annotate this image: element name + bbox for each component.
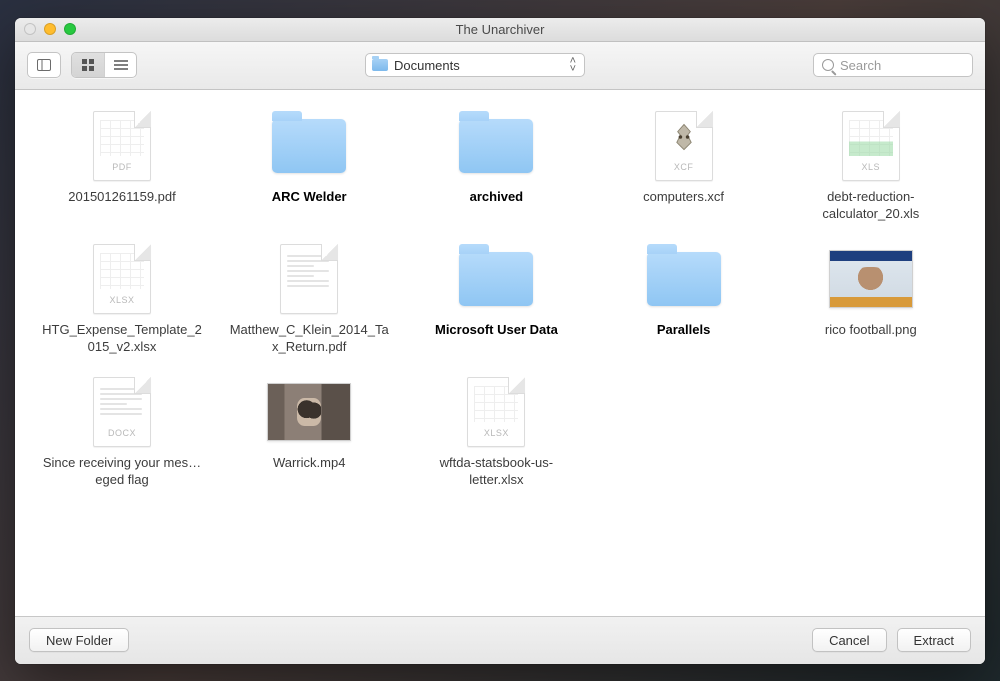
close-window-button[interactable] [24,23,36,35]
file-browser[interactable]: PDF 201501261159.pdf ARC Welder archived XCF… [15,90,985,616]
item-icon-slot [267,110,351,182]
cancel-button[interactable]: Cancel [812,628,886,652]
file-item[interactable]: PDF 201501261159.pdf [37,110,207,223]
search-field[interactable]: Search [813,53,973,77]
item-icon-slot: XLS [829,110,913,182]
chevron-updown-icon: ˄˅ [570,57,576,73]
extract-label: Extract [914,633,954,648]
item-icon-slot [454,110,538,182]
folder-icon [459,252,533,306]
item-label: computers.xcf [643,188,724,206]
video-thumbnail [267,383,351,441]
file-item[interactable]: XLSX HTG_Expense_Template_2015_v2.xlsx [37,243,207,356]
item-label: Warrick.mp4 [273,454,345,472]
file-item[interactable]: DOCX Since receiving your mes…eged flag [37,376,207,489]
folder-icon [459,119,533,173]
xcf-file-icon: XCF [655,111,713,181]
file-item[interactable]: Matthew_C_Klein_2014_Tax_Return.pdf [224,243,394,356]
view-mode-group [71,52,137,78]
sidebar-toggle-group [27,52,61,78]
folder-item[interactable]: Parallels [599,243,769,356]
toggle-sidebar-button[interactable] [28,53,60,77]
search-icon [822,59,834,71]
item-label: HTG_Expense_Template_2015_v2.xlsx [42,321,202,356]
item-label: Matthew_C_Klein_2014_Tax_Return.pdf [229,321,389,356]
item-icon-slot: XLSX [454,376,538,448]
item-label: wftda-statsbook-us-letter.xlsx [416,454,576,489]
folder-item[interactable]: ARC Welder [224,110,394,223]
zoom-window-button[interactable] [64,23,76,35]
item-icon-slot: DOCX [80,376,164,448]
item-label: archived [470,188,523,206]
list-view-button[interactable] [104,53,136,77]
item-icon-slot [829,243,913,315]
window-title: The Unarchiver [15,22,985,37]
xlsx-file-icon: XLSX [93,244,151,314]
item-label: Since receiving your mes…eged flag [42,454,202,489]
item-icon-slot [642,243,726,315]
grid-icon [82,59,94,71]
list-icon [114,60,128,70]
file-item[interactable]: XCF computers.xcf [599,110,769,223]
image-thumbnail [829,250,913,308]
item-label: 201501261159.pdf [68,188,175,206]
item-label: debt-reduction-calculator_20.xls [791,188,951,223]
new-folder-button[interactable]: New Folder [29,628,129,652]
search-placeholder: Search [840,58,881,73]
item-icon-slot [454,243,538,315]
file-item[interactable]: rico football.png [786,243,956,356]
extract-button[interactable]: Extract [897,628,971,652]
item-icon-slot: XLSX [80,243,164,315]
minimize-window-button[interactable] [44,23,56,35]
item-label: rico football.png [825,321,917,339]
folder-icon [272,119,346,173]
folder-item[interactable]: Microsoft User Data [411,243,581,356]
item-icon-slot: PDF [80,110,164,182]
docx-file-icon: DOCX [93,377,151,447]
item-icon-slot: XCF [642,110,726,182]
file-item[interactable]: XLSX wftda-statsbook-us-letter.xlsx [411,376,581,489]
pdf-file-icon: PDF [93,111,151,181]
item-label: Microsoft User Data [435,321,558,339]
toolbar: Documents ˄˅ Search [15,42,985,90]
folder-item[interactable]: archived [411,110,581,223]
window-controls [15,23,76,35]
footer: New Folder Cancel Extract [15,616,985,664]
pdf-file-icon [280,244,338,314]
file-item[interactable]: Warrick.mp4 [224,376,394,489]
sidebar-icon [37,59,51,71]
titlebar: The Unarchiver [15,18,985,42]
save-panel: The Unarchiver [15,18,985,664]
xlsx-file-icon: XLSX [467,377,525,447]
item-label: Parallels [657,321,711,339]
file-item[interactable]: XLS debt-reduction-calculator_20.xls [786,110,956,223]
location-popup[interactable]: Documents ˄˅ [365,53,585,77]
location-label: Documents [394,58,460,73]
cancel-label: Cancel [829,633,869,648]
folder-icon [372,59,388,71]
new-folder-label: New Folder [46,633,112,648]
item-icon-slot [267,243,351,315]
item-label: ARC Welder [272,188,347,206]
item-icon-slot [267,376,351,448]
icon-view-button[interactable] [72,53,104,77]
folder-icon [647,252,721,306]
xls-file-icon: XLS [842,111,900,181]
